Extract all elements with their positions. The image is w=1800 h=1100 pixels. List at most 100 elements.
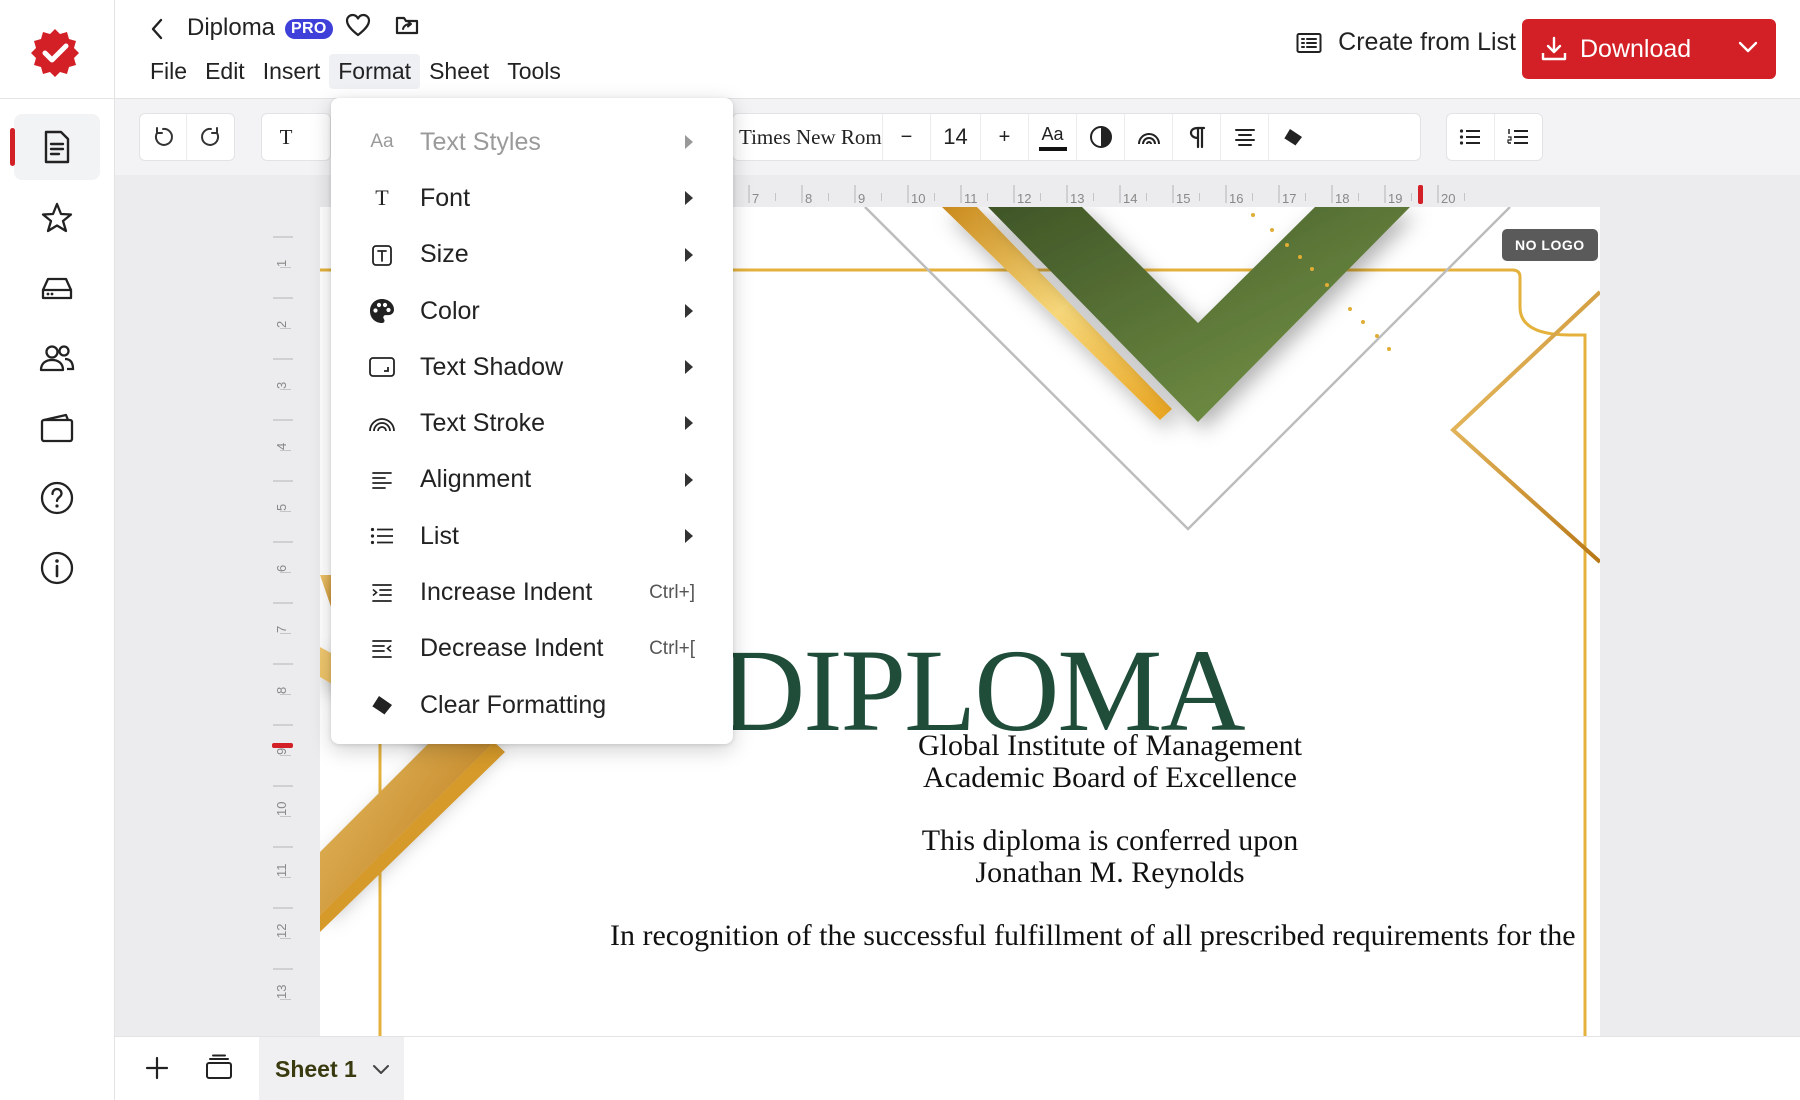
- list-icon: [367, 527, 397, 545]
- create-from-list-button[interactable]: Create from List: [1296, 28, 1516, 57]
- list-box-icon: [1296, 32, 1322, 53]
- ruler-position-marker[interactable]: [272, 743, 293, 748]
- ruler-label: 17: [1282, 191, 1296, 206]
- menu-edit[interactable]: Edit: [196, 54, 254, 89]
- download-button[interactable]: Download: [1522, 19, 1776, 79]
- redo-button[interactable]: [187, 114, 234, 160]
- history-group: [139, 113, 235, 161]
- sidebar-item-info[interactable]: [14, 535, 100, 601]
- menu-item-label: Text Stroke: [420, 409, 546, 438]
- no-logo-badge[interactable]: NO LOGO: [1502, 229, 1598, 261]
- redo-icon: [200, 127, 219, 146]
- ruler-position-marker[interactable]: [1418, 185, 1423, 204]
- ruler-label: 7: [752, 191, 759, 206]
- favorite-button[interactable]: [345, 13, 371, 42]
- stroke-arcs-icon: [1137, 133, 1160, 145]
- menu-item-increase-indent[interactable]: Increase Indent Ctrl+]: [331, 564, 733, 620]
- font-size-input[interactable]: 14: [931, 114, 981, 160]
- ruler-label: 2: [274, 321, 289, 328]
- menu-item-decrease-indent[interactable]: Decrease Indent Ctrl+[: [331, 621, 733, 677]
- sidebar-item-favorites[interactable]: [14, 185, 100, 251]
- add-sheet-button[interactable]: [143, 1054, 171, 1087]
- sidebar-item-wallet[interactable]: [14, 395, 100, 461]
- horizontal-ruler[interactable]: 7 8 9 10 11 12 13 14 15 16 17 18 19 20: [735, 177, 1690, 207]
- conferred-line[interactable]: This diploma is conferred upon: [760, 824, 1460, 858]
- menu-item-alignment[interactable]: Alignment: [331, 452, 733, 508]
- ruler-label: 9: [858, 191, 865, 206]
- submenu-arrow-icon: [685, 135, 693, 149]
- ruler-label: 8: [274, 687, 289, 694]
- ruler-label: 16: [1229, 191, 1243, 206]
- submenu-arrow-icon: [685, 472, 693, 487]
- all-sheets-button[interactable]: [205, 1053, 233, 1086]
- shortcut-label: Ctrl+[: [649, 637, 695, 659]
- font-group: Times New Roman − 14 + Aa: [732, 113, 1421, 161]
- eraser-icon: [1283, 129, 1302, 147]
- menu-item-font[interactable]: T Font: [331, 170, 733, 226]
- increase-font-size-button[interactable]: +: [981, 114, 1029, 160]
- board-name[interactable]: Academic Board of Excellence: [760, 761, 1460, 795]
- back-button[interactable]: [143, 14, 171, 44]
- menu-item-text-stroke[interactable]: Text Stroke: [331, 395, 733, 451]
- app-logo-icon[interactable]: [30, 27, 80, 77]
- alignment-button[interactable]: [1221, 114, 1269, 160]
- sidebar-item-drive[interactable]: [14, 255, 100, 321]
- sidebar-item-documents[interactable]: [10, 114, 100, 180]
- menu-item-text-styles[interactable]: Aa Text Styles: [331, 114, 733, 170]
- menu-item-color[interactable]: Color: [331, 283, 733, 339]
- bullet-list-button[interactable]: [1447, 114, 1495, 160]
- recipient-name[interactable]: Jonathan M. Reynolds: [760, 856, 1460, 890]
- left-sidebar: [0, 0, 115, 1100]
- document-title[interactable]: Diploma: [187, 14, 275, 42]
- menu-tools[interactable]: Tools: [498, 54, 570, 89]
- text-color-button[interactable]: Aa: [1029, 114, 1077, 160]
- decrease-font-size-button[interactable]: −: [883, 114, 931, 160]
- sheet-tab-active[interactable]: Sheet 1: [259, 1037, 404, 1100]
- text-stroke-icon: [367, 415, 397, 433]
- help-icon: [40, 481, 74, 515]
- ruler-label: 6: [274, 565, 289, 572]
- font-family-select[interactable]: Times New Roman: [733, 114, 883, 160]
- text-shadow-icon: [367, 356, 397, 378]
- format-dropdown-menu: Aa Text Styles T Font Size Color Text Sh…: [331, 98, 733, 744]
- vertical-ruler[interactable]: 12345678910111213: [265, 214, 297, 1014]
- undo-button[interactable]: [140, 114, 188, 160]
- menu-file[interactable]: File: [141, 54, 196, 89]
- menu-bar: File Edit Insert Format Sheet Tools: [141, 51, 570, 91]
- menu-sheet[interactable]: Sheet: [420, 54, 498, 89]
- menu-item-clear-formatting[interactable]: Clear Formatting: [331, 677, 733, 733]
- bullet-list-icon: [1460, 129, 1481, 145]
- chevron-left-icon: [151, 18, 163, 40]
- clear-formatting-button[interactable]: [1269, 114, 1317, 160]
- chevron-down-icon[interactable]: [371, 1062, 391, 1076]
- font-icon: T: [375, 185, 389, 211]
- menu-item-label: Text Shadow: [420, 352, 564, 381]
- sidebar-item-team[interactable]: [14, 325, 100, 391]
- ruler-label: 10: [274, 802, 289, 816]
- ruler-label: 20: [1441, 191, 1455, 206]
- users-icon: [39, 345, 75, 372]
- chevron-down-icon[interactable]: [1736, 35, 1760, 59]
- indent-decrease-icon: [367, 639, 397, 659]
- opacity-button[interactable]: [1077, 114, 1125, 160]
- contrast-icon: [1089, 126, 1112, 148]
- institution-name[interactable]: Global Institute of Management: [760, 729, 1460, 763]
- menu-insert[interactable]: Insert: [254, 54, 330, 89]
- menu-format[interactable]: Format: [329, 53, 421, 89]
- ruler-label: 14: [1123, 191, 1137, 206]
- menu-item-text-shadow[interactable]: Text Shadow: [331, 339, 733, 395]
- download-icon: [1541, 36, 1567, 61]
- numbered-list-button[interactable]: [1495, 114, 1543, 160]
- recognition-line[interactable]: In recognition of the successful fulfill…: [610, 919, 1600, 953]
- folder-move-icon: [395, 16, 419, 35]
- menu-item-size[interactable]: Size: [331, 227, 733, 283]
- list-group: [1446, 113, 1543, 161]
- text-color-swatch: [1038, 146, 1067, 151]
- text-tool-button[interactable]: T: [262, 114, 310, 160]
- text-stroke-button[interactable]: [1125, 114, 1173, 160]
- undo-icon: [154, 127, 173, 146]
- move-to-folder-button[interactable]: [395, 14, 419, 41]
- sidebar-item-help[interactable]: [14, 465, 100, 531]
- paragraph-button[interactable]: [1173, 114, 1221, 160]
- menu-item-list[interactable]: List: [331, 508, 733, 564]
